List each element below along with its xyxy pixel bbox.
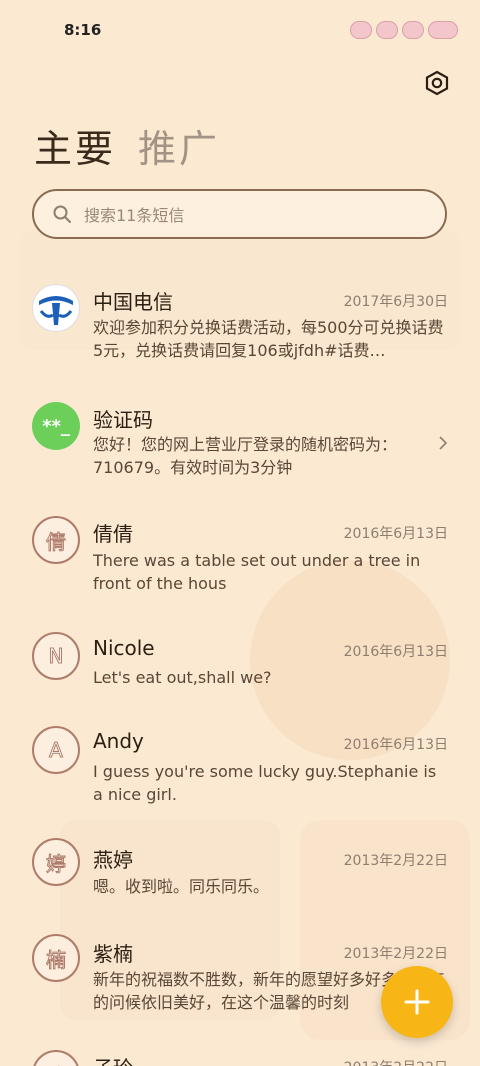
message-date: 2017年6月30日: [343, 294, 448, 310]
contact-avatar: 玲: [32, 1050, 80, 1066]
message-preview: 嗯。收到啦。同乐同乐。: [93, 877, 270, 896]
new-message-button[interactable]: [381, 966, 453, 1038]
message-preview: There was a table set out under a tree i…: [93, 551, 421, 593]
tab-promotions[interactable]: 推广: [138, 118, 220, 173]
message-preview: Let's eat out,shall we?: [93, 668, 272, 687]
message-date: 2013年2月22日: [343, 946, 448, 962]
message-date: 2013年2月22日: [344, 1057, 448, 1066]
status-icons: [350, 21, 458, 39]
sender-name: 燕婷: [93, 848, 133, 872]
message-row[interactable]: 倩 倩倩 2016年6月13日 There was a table set ou…: [0, 494, 480, 614]
contact-avatar: 楠: [32, 934, 80, 982]
message-row[interactable]: A Andy 2016年6月13日 I guess you're some lu…: [0, 714, 480, 838]
search-icon: [53, 205, 71, 223]
message-date: 2016年6月13日: [343, 526, 448, 542]
search-placeholder: 搜索11条短信: [84, 206, 185, 225]
message-row[interactable]: N Nicole 2016年6月13日 Let's eat out,shall …: [0, 614, 480, 714]
notification-icon: [402, 21, 424, 39]
notification-icon: [376, 21, 398, 39]
settings-button[interactable]: [422, 68, 452, 98]
status-time: 8:16: [64, 21, 102, 39]
add-icon: [404, 989, 430, 1015]
contact-avatar: 婷: [32, 838, 80, 886]
settings-icon: [425, 70, 449, 96]
notification-icon: [350, 21, 372, 39]
verification-avatar: **_: [32, 402, 80, 450]
sender-name: 中国电信: [93, 290, 173, 314]
tab-bar: 主要 推广: [34, 118, 220, 173]
chevron-right-icon[interactable]: [436, 436, 450, 450]
message-row[interactable]: 中国电信 2017年6月30日 欢迎参加积分兑换话费活动，每500分可兑换话费5…: [0, 262, 480, 378]
sender-name: 倩倩: [93, 522, 133, 546]
sender-name: Nicole: [93, 636, 155, 660]
message-row[interactable]: 玲 子玲 2013年2月22日: [0, 1048, 480, 1066]
status-bar: 8:16: [0, 0, 480, 60]
message-date: 2016年6月13日: [343, 737, 448, 753]
sender-name: 验证码: [93, 408, 153, 432]
sender-name: 子玲: [93, 1052, 133, 1066]
sender-name: 紫楠: [93, 942, 133, 966]
message-row[interactable]: 婷 燕婷 2013年2月22日 嗯。收到啦。同乐同乐。: [0, 838, 480, 932]
message-preview: 欢迎参加积分兑换话费活动，每500分可兑换话费5元，兑换话费请回复106或jfd…: [93, 318, 444, 360]
message-date: 2016年6月13日: [343, 644, 448, 660]
sender-name: Andy: [93, 729, 144, 753]
contact-avatar: 倩: [32, 516, 80, 564]
contact-avatar: A: [32, 726, 80, 774]
telecom-logo-icon: [34, 286, 78, 330]
contact-avatar: N: [32, 632, 80, 680]
message-row[interactable]: **_ 验证码 您好！您的网上营业厅登录的随机密码为：710679。有效时间为3…: [0, 378, 480, 494]
message-preview: I guess you're some lucky guy.Stephanie …: [93, 762, 437, 804]
message-date: 2013年2月22日: [343, 853, 448, 869]
search-bar[interactable]: 搜索11条短信: [32, 189, 447, 239]
telecom-logo-avatar: [32, 284, 80, 332]
tab-primary[interactable]: 主要: [34, 118, 116, 173]
battery-icon: [428, 21, 458, 39]
message-preview: 您好！您的网上营业厅登录的随机密码为：710679。有效时间为3分钟: [93, 435, 398, 477]
